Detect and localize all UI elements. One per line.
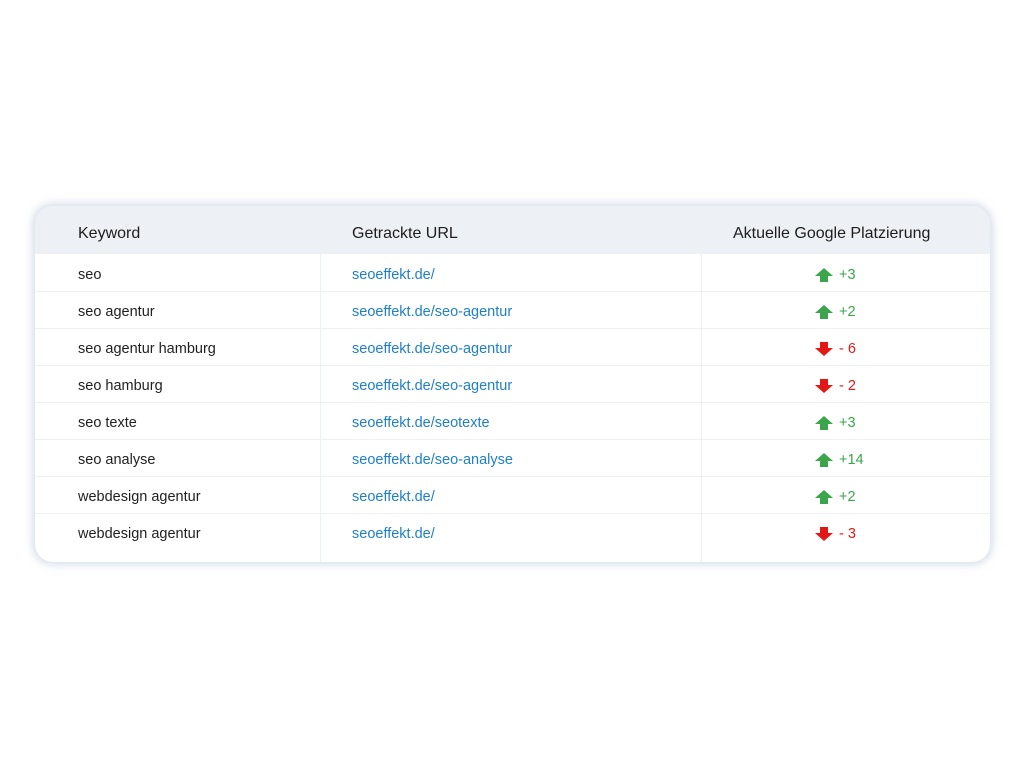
tracked-url-link[interactable]: seoeffekt.de/seo-agentur (352, 328, 512, 365)
ranking-change-value: +14 (839, 452, 864, 468)
ranking-change-cell: +3 (815, 254, 895, 296)
header-google-ranking: Aktuelle Google Platzierung (733, 225, 931, 242)
ranking-change-value: - 2 (839, 378, 856, 394)
ranking-change-cell: +2 (815, 291, 895, 333)
table-row: seo agentur hamburg seoeffekt.de/seo-agen… (35, 328, 990, 366)
tracked-url-link[interactable]: seoeffekt.de/ (352, 476, 435, 513)
table-row: webdesign agentur seoeffekt.de/ +2 (35, 476, 990, 514)
tracked-url-link[interactable]: seoeffekt.de/ (352, 254, 435, 291)
arrow-up-icon (815, 268, 833, 282)
ranking-change-cell: +3 (815, 402, 895, 444)
table-row: seo seoeffekt.de/ +3 (35, 254, 990, 292)
ranking-change-value: - 6 (839, 341, 856, 357)
tracked-url-link[interactable]: seoeffekt.de/seo-agentur (352, 291, 512, 328)
keyword-cell: seo texte (78, 415, 137, 431)
table-row: seo hamburg seoeffekt.de/seo-agentur - 2 (35, 365, 990, 403)
arrow-up-icon (815, 416, 833, 430)
table-row: seo agentur seoeffekt.de/seo-agentur +2 (35, 291, 990, 329)
arrow-up-icon (815, 453, 833, 467)
ranking-change-value: +3 (839, 267, 856, 283)
ranking-change-cell: - 2 (815, 365, 895, 407)
keyword-cell: webdesign agentur (78, 489, 201, 505)
table-header: Keyword Getrackte URL Aktuelle Google Pl… (35, 206, 990, 254)
keyword-cell: seo analyse (78, 452, 156, 468)
keyword-cell: seo hamburg (78, 378, 163, 394)
tracked-url-link[interactable]: seoeffekt.de/seo-agentur (352, 365, 512, 402)
tracked-url-link[interactable]: seoeffekt.de/seotexte (352, 402, 490, 439)
ranking-change-cell: +2 (815, 476, 895, 518)
ranking-change-cell: - 3 (815, 513, 895, 555)
header-keyword: Keyword (78, 225, 141, 242)
arrow-down-icon (815, 342, 833, 356)
ranking-table: Keyword Getrackte URL Aktuelle Google Pl… (35, 206, 990, 562)
ranking-change-value: - 3 (839, 526, 856, 542)
ranking-change-value: +2 (839, 489, 856, 505)
keyword-cell: seo (78, 267, 102, 283)
table-row: webdesign agentur seoeffekt.de/ - 3 (35, 513, 990, 550)
arrow-up-icon (815, 490, 833, 504)
keyword-cell: seo agentur hamburg (78, 341, 216, 357)
header-tracked-url: Getrackte URL (352, 225, 458, 242)
arrow-down-icon (815, 379, 833, 393)
arrow-up-icon (815, 305, 833, 319)
ranking-change-value: +2 (839, 304, 856, 320)
ranking-change-value: +3 (839, 415, 856, 431)
ranking-change-cell: - 6 (815, 328, 895, 370)
keyword-cell: seo agentur (78, 304, 155, 320)
keyword-cell: webdesign agentur (78, 526, 201, 542)
arrow-down-icon (815, 527, 833, 541)
tracked-url-link[interactable]: seoeffekt.de/seo-analyse (352, 439, 513, 476)
table-row: seo analyse seoeffekt.de/seo-analyse +14 (35, 439, 990, 477)
ranking-change-cell: +14 (815, 439, 895, 481)
table-row: seo texte seoeffekt.de/seotexte +3 (35, 402, 990, 440)
tracked-url-link[interactable]: seoeffekt.de/ (352, 513, 435, 550)
